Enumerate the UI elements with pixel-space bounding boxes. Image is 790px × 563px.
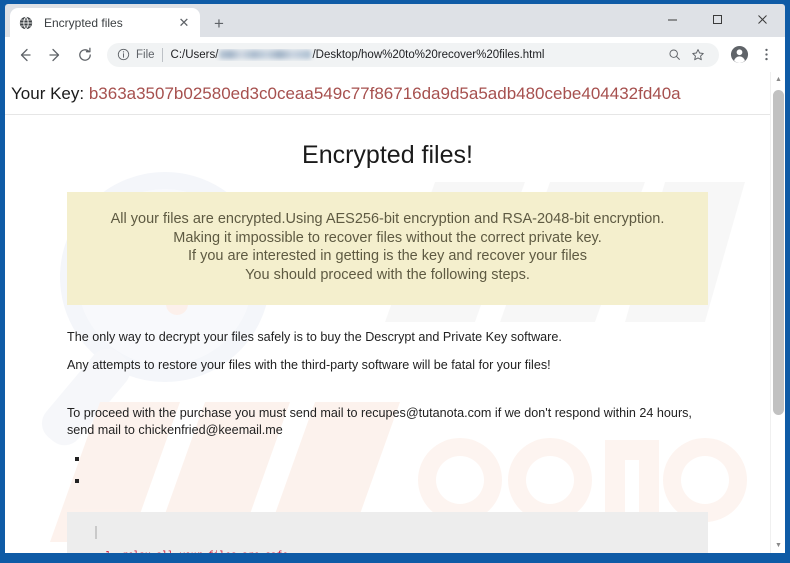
- globe-icon: [18, 15, 34, 31]
- scrollbar-thumb[interactable]: [773, 90, 784, 415]
- profile-avatar-icon[interactable]: [726, 42, 752, 68]
- text-caret: [95, 525, 97, 539]
- info-circle-icon[interactable]: [117, 48, 130, 61]
- ransom-note-page: Your Key: b363a3507b02580ed3c0ceaa549c77…: [5, 72, 770, 553]
- close-button[interactable]: [740, 4, 785, 34]
- scroll-down-arrow-icon[interactable]: ▼: [771, 538, 785, 553]
- instruction-paragraph: Any attempts to restore your files with …: [67, 357, 551, 372]
- instructions-block: The only way to decrypt your files safel…: [67, 329, 717, 494]
- scroll-up-arrow-icon[interactable]: ▲: [771, 72, 785, 87]
- url-text: C:/Users/ /Desktop/how%20to%20recover%20f…: [171, 49, 655, 61]
- minimize-button[interactable]: [650, 4, 695, 34]
- list-item: [89, 450, 717, 472]
- star-icon[interactable]: [687, 44, 709, 66]
- notice-line: You should proceed with the following st…: [245, 267, 530, 284]
- search-icon[interactable]: [663, 44, 685, 66]
- tab-title: Encrypted files: [44, 15, 123, 30]
- notice-line: If you are interested in getting is the …: [188, 248, 587, 265]
- instruction-paragraph: The only way to decrypt your files safel…: [67, 329, 562, 344]
- list-item: [89, 472, 717, 494]
- encryption-notice-box: All your files are encrypted.Using AES25…: [67, 192, 708, 305]
- url-scheme-label: File: [136, 48, 155, 61]
- toolbar-right-actions: [725, 42, 779, 68]
- omnibox-actions: [661, 44, 709, 66]
- maximize-button[interactable]: [695, 4, 740, 34]
- page-content: Your Key: b363a3507b02580ed3c0ceaa549c77…: [5, 72, 770, 553]
- key-value: b363a3507b02580ed3c0ceaa549c77f86716da9d…: [88, 84, 681, 103]
- tab-strip: Encrypted files ✕ +: [5, 4, 785, 37]
- key-label: Your Key:: [11, 84, 85, 103]
- notice-line: All your files are encrypted.Using AES25…: [110, 211, 665, 227]
- page-viewport: Your Key: b363a3507b02580ed3c0ceaa549c77…: [5, 72, 785, 553]
- kebab-menu-icon[interactable]: [753, 42, 779, 68]
- browser-window: Encrypted files ✕ + File C:/Users/ /Desk…: [0, 0, 790, 563]
- address-bar[interactable]: File C:/Users/ /Desktop/how%20to%20recove…: [107, 42, 719, 67]
- forward-button[interactable]: [41, 41, 69, 69]
- url-suffix: /Desktop/how%20to%20recover%20files.html: [312, 48, 545, 61]
- url-redacted-username: [219, 50, 312, 59]
- omnibox-divider: [161, 47, 163, 62]
- bullet-list: [67, 450, 717, 494]
- code-block: 1. relax all your files are safe 2. Wait…: [67, 511, 708, 553]
- url-prefix: C:/Users/: [170, 48, 219, 61]
- page-title: Encrypted files!: [302, 141, 473, 169]
- vertical-scrollbar[interactable]: ▲ ▼: [770, 72, 785, 553]
- reload-button[interactable]: [71, 41, 99, 69]
- notice-line: Making it impossible to recover files wi…: [173, 229, 602, 246]
- tab-close-icon[interactable]: ✕: [176, 15, 192, 31]
- code-line: 1. relax all your files are safe: [105, 549, 692, 553]
- new-tab-button[interactable]: +: [208, 12, 230, 34]
- window-controls: [650, 4, 785, 37]
- back-button[interactable]: [11, 41, 39, 69]
- your-key-line: Your Key: b363a3507b02580ed3c0ceaa549c77…: [5, 72, 770, 114]
- contact-paragraph: To proceed with the purchase you must se…: [67, 405, 692, 437]
- browser-toolbar: File C:/Users/ /Desktop/how%20to%20recove…: [5, 37, 785, 72]
- divider: [5, 114, 770, 115]
- browser-tab[interactable]: Encrypted files ✕: [10, 8, 200, 37]
